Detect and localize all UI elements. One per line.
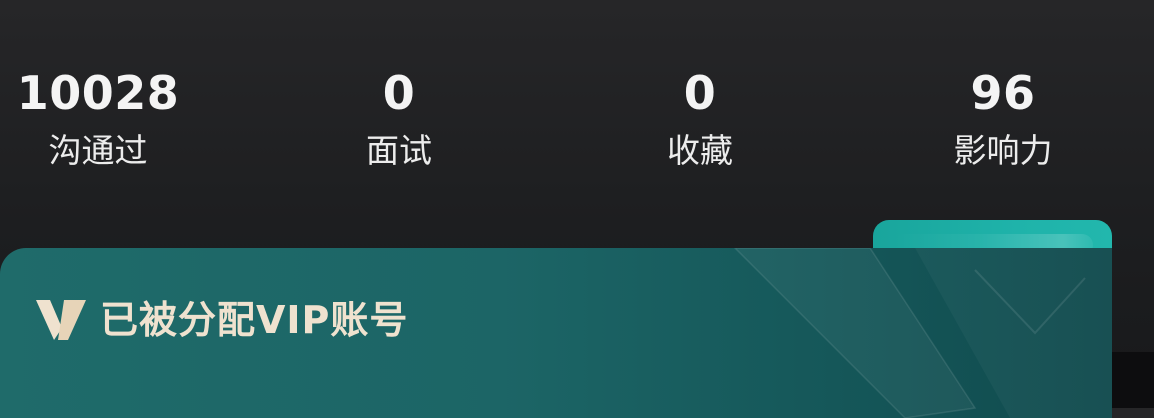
- stat-communicated-label: 沟通过: [48, 131, 148, 170]
- stats-row: 10028 沟通过 0 面试 0 收藏 96 影响力: [0, 62, 1154, 192]
- stat-favorites-count: 0: [683, 66, 717, 120]
- stat-interview[interactable]: 0 面试: [289, 62, 509, 173]
- stat-favorites[interactable]: 0 收藏: [590, 62, 810, 173]
- vip-banner[interactable]: 已被分配VIP账号: [0, 248, 1112, 418]
- stat-interview-label: 面试: [366, 131, 432, 170]
- stat-influence-label: 影响力: [953, 131, 1053, 170]
- stat-interview-count: 0: [382, 66, 416, 120]
- vip-v-icon: [36, 300, 86, 340]
- vip-banner-title: 已被分配VIP账号: [100, 298, 409, 342]
- stat-influence-count: 96: [970, 66, 1036, 120]
- stat-influence[interactable]: 96 影响力: [893, 62, 1113, 173]
- page-edge-shadow: [1112, 352, 1154, 408]
- stat-favorites-label: 收藏: [667, 131, 733, 170]
- stat-communicated-count: 10028: [16, 66, 180, 120]
- stat-communicated[interactable]: 10028 沟通过: [0, 62, 208, 173]
